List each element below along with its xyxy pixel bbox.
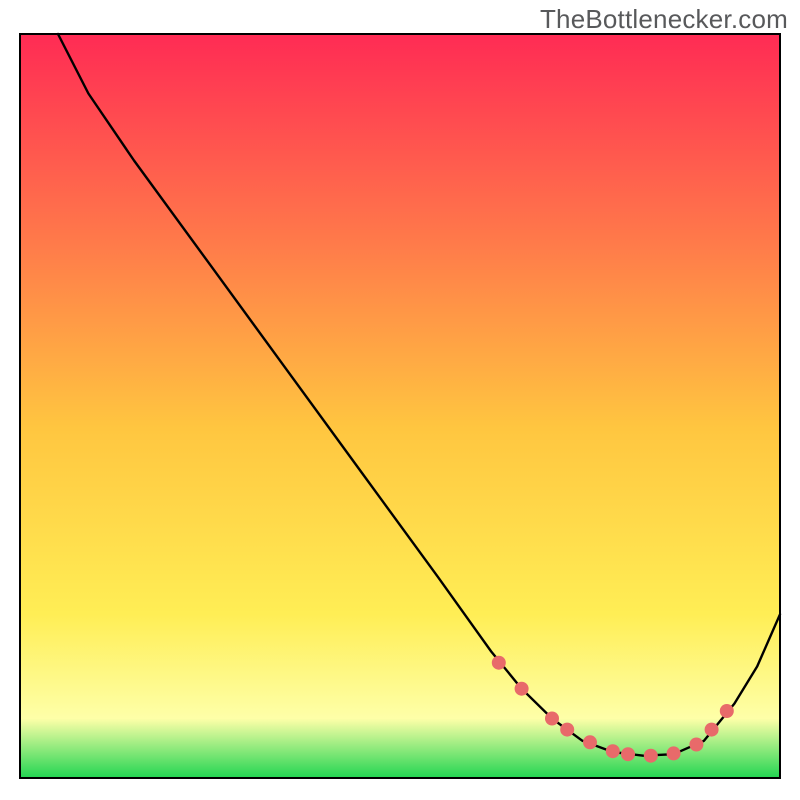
curve-marker [720,704,734,718]
curve-marker [606,744,620,758]
chart-container: { "attribution": "TheBottlenecker.com", … [0,0,800,800]
curve-marker [667,746,681,760]
gradient-background [20,34,780,778]
curve-marker [621,747,635,761]
curve-marker [515,682,529,696]
curve-marker [560,723,574,737]
curve-marker [644,749,658,763]
curve-marker [583,735,597,749]
curve-marker [492,656,506,670]
curve-marker [689,738,703,752]
bottleneck-chart [0,0,800,800]
curve-marker [705,723,719,737]
curve-marker [545,712,559,726]
